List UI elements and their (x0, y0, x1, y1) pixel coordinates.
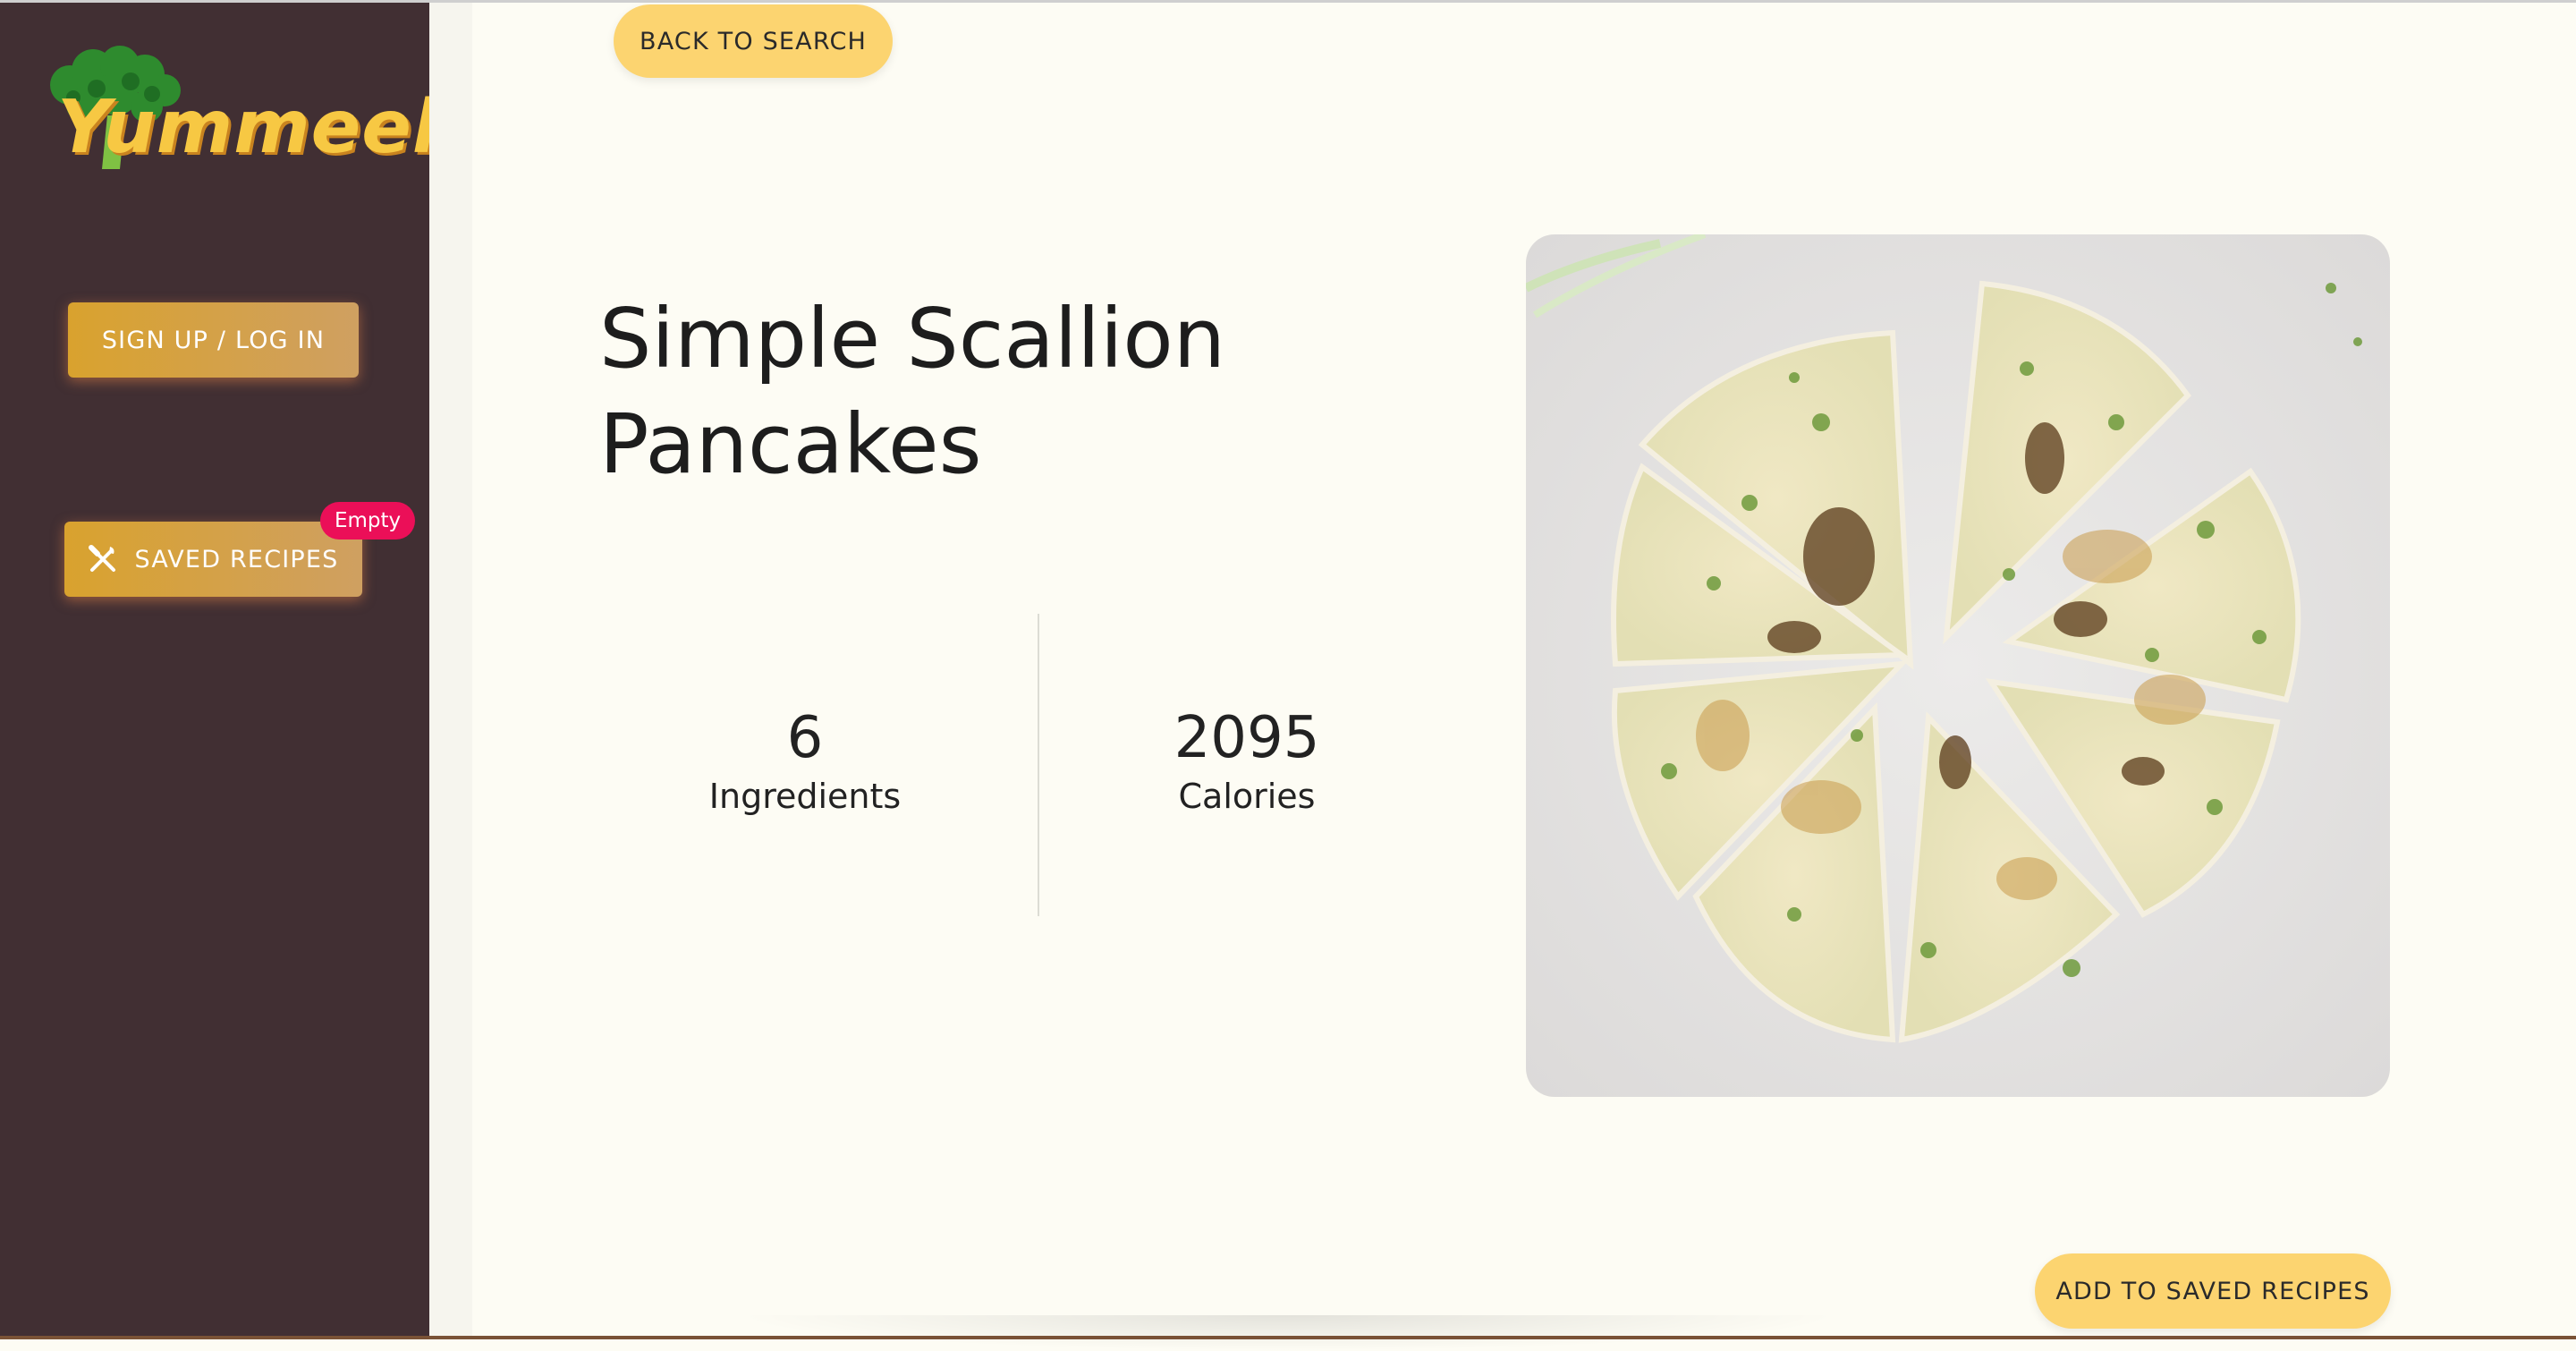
content-left-margin (429, 3, 472, 1339)
calories-label: Calories (1178, 777, 1316, 816)
saved-count-badge: Empty (320, 502, 416, 540)
saved-recipes-label: SAVED RECIPES (134, 545, 339, 574)
calories-count: 2095 (1174, 705, 1320, 771)
brand-logo-text[interactable]: Yummeek (57, 85, 462, 170)
add-to-saved-recipes-button[interactable]: ADD TO SAVED RECIPES (2035, 1253, 2391, 1329)
back-to-search-button[interactable]: BACK TO SEARCH (614, 4, 893, 78)
fork-knife-icon (89, 545, 116, 572)
recipe-photo (1526, 234, 2390, 1097)
sidebar: Yummeek SIGN UP / LOG IN SAVED RECIPES E… (0, 3, 461, 1339)
scallion-pancake-illustration (1526, 234, 2390, 1097)
window-bottom-border (0, 1336, 2576, 1339)
calories-stat: 2095 Calories (1068, 702, 1426, 819)
signup-login-button[interactable]: SIGN UP / LOG IN (68, 302, 359, 378)
card-shadow (733, 1315, 1843, 1351)
ingredients-label: Ingredients (708, 777, 902, 816)
ingredients-stat: 6 Ingredients (626, 702, 984, 819)
saved-recipes-button[interactable]: SAVED RECIPES (64, 522, 362, 597)
stats-divider (1038, 614, 1039, 916)
recipe-title: Simple Scallion Pancakes (599, 291, 1226, 492)
ingredients-count: 6 (786, 705, 824, 771)
